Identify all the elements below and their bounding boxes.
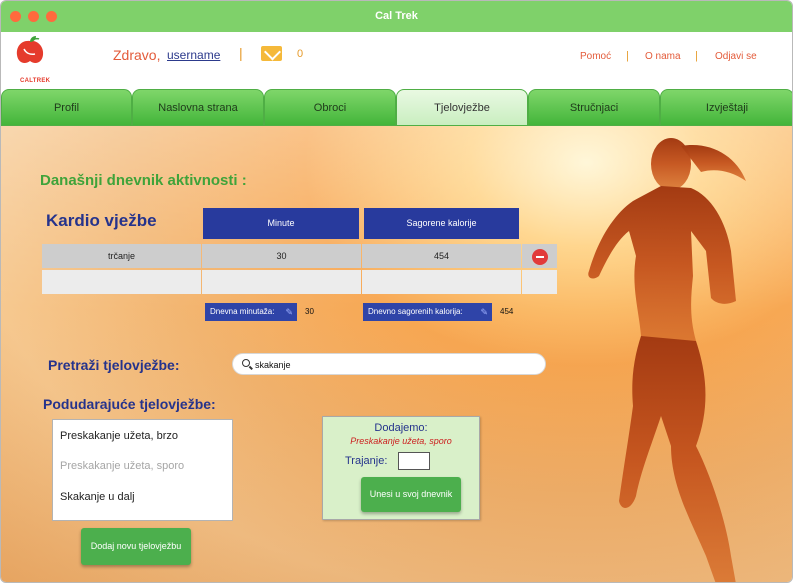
list-item-selected[interactable]: Preskakanje užeta, sporo <box>60 460 184 472</box>
list-item[interactable]: Preskakanje užeta, brzo <box>60 430 178 442</box>
daily-minutes-value: 30 <box>305 307 314 316</box>
header: CALTREK Zdravo, username | 0 Pomoć | O n… <box>1 32 792 88</box>
minutes-cell: 30 <box>202 244 361 268</box>
link-divider: | <box>626 50 629 62</box>
exercise-name-cell: trčanje <box>42 244 201 268</box>
empty-cell <box>522 270 557 294</box>
runner-silhouette <box>588 138 746 582</box>
logout-link[interactable]: Odjavi se <box>715 51 757 62</box>
link-divider: | <box>695 50 698 62</box>
empty-cell <box>202 270 361 294</box>
search-heading: Pretraži tjelovježbe: <box>48 357 180 373</box>
search-input[interactable] <box>255 357 535 372</box>
help-link[interactable]: Pomoć <box>580 51 611 62</box>
cardio-title: Kardio vježbe <box>46 211 157 230</box>
logo-text: CALTREK <box>20 78 51 84</box>
tab-meals[interactable]: Obroci <box>264 89 396 126</box>
logo[interactable]: CALTREK <box>11 35 51 85</box>
app-window: Cal Trek CALTREK Zdravo, username | 0 Po… <box>0 0 793 583</box>
duration-label: Trajanje: <box>345 455 388 467</box>
tab-experts[interactable]: Stručnjaci <box>528 89 660 126</box>
mail-icon[interactable] <box>261 46 282 61</box>
tab-reports[interactable]: Izvještaji <box>660 89 792 126</box>
daily-calories-value: 454 <box>500 307 514 316</box>
message-count: 0 <box>297 48 304 60</box>
tab-profile[interactable]: Profil <box>1 89 132 126</box>
search-box[interactable] <box>232 353 546 375</box>
title-bar: Cal Trek <box>1 1 792 32</box>
remove-icon[interactable] <box>532 249 548 265</box>
matches-heading: Podudarajuće tjelovježbe: <box>43 396 216 412</box>
daily-calories-label: Dnevno sagorenih kalorija: ✎ <box>363 303 492 321</box>
calories-cell: 454 <box>362 244 521 268</box>
about-link[interactable]: O nama <box>645 51 681 62</box>
adding-label: Dodajemo: <box>374 422 428 434</box>
main-nav: Profil Naslovna strana Obroci Tjelovježb… <box>1 88 792 126</box>
tab-exercises[interactable]: Tjelovježbe <box>396 89 528 126</box>
username-link[interactable]: username <box>167 48 220 62</box>
tab-home[interactable]: Naslovna strana <box>132 89 264 126</box>
window-title: Cal Trek <box>375 10 418 22</box>
today-log-heading: Današnji dnevnik aktivnosti : <box>40 172 247 189</box>
edit-pencil-icon: ✎ <box>480 307 488 317</box>
greeting-text: Zdravo, <box>113 47 161 63</box>
logo-icon <box>16 36 44 63</box>
daily-minutes-label: Dnevna minutaža: ✎ <box>205 303 297 321</box>
add-new-exercise-button[interactable]: Dodaj novu tjelovježbu <box>81 528 191 565</box>
list-item[interactable]: Skakanje u dalj <box>60 491 135 503</box>
selected-exercise: Preskakanje užeta, sporo <box>350 436 452 446</box>
calories-column-header: Sagorene kalorije <box>364 208 519 239</box>
search-icon <box>242 359 250 367</box>
main-content: Današnji dnevnik aktivnosti : Kardio vje… <box>1 126 792 582</box>
minutes-column-header: Minute <box>203 208 359 239</box>
edit-pencil-icon: ✎ <box>285 307 293 317</box>
empty-cell <box>42 270 201 294</box>
daily-calories-label-text: Dnevno sagorenih kalorija: <box>368 307 463 316</box>
matches-list: Preskakanje užeta, brzo Preskakanje užet… <box>52 419 233 521</box>
header-divider: | <box>239 45 243 61</box>
daily-minutes-label-text: Dnevna minutaža: <box>210 307 275 316</box>
empty-cell <box>362 270 521 294</box>
duration-input[interactable] <box>398 452 430 470</box>
submit-to-log-button[interactable]: Unesi u svoj dnevnik <box>361 477 461 512</box>
